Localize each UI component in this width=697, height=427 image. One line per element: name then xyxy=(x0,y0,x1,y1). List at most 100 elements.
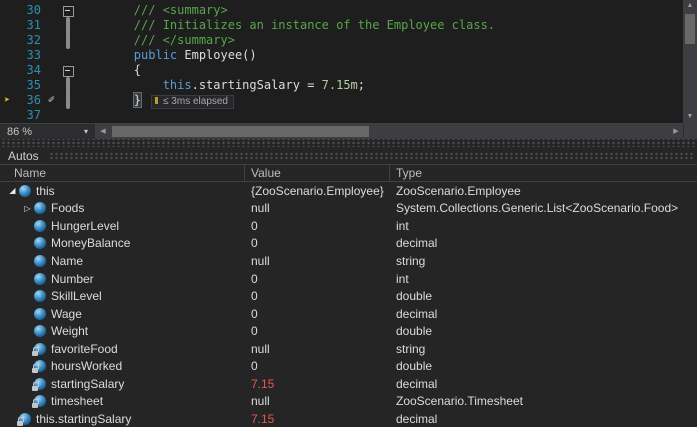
line-number: 36 xyxy=(14,93,46,108)
autos-table-row[interactable]: favoriteFood null string xyxy=(0,340,697,358)
code-editor: ➤ 30 ✐ /// <summary> ➤ 31 ✐ /// Initiali… xyxy=(0,0,697,139)
code-text[interactable]: { xyxy=(76,63,697,78)
vs-debugger-view: ➤ 30 ✐ /// <summary> ➤ 31 ✐ /// Initiali… xyxy=(0,0,697,427)
variable-value-cell[interactable]: 0 xyxy=(245,324,390,338)
autos-table-row[interactable]: timesheet null ZooScenario.Timesheet xyxy=(0,393,697,411)
column-header-name[interactable]: Name xyxy=(0,165,245,181)
autos-table-row[interactable]: Weight 0 double xyxy=(0,322,697,340)
editor-status-bar: 86 % ▾ ◀ ▶ xyxy=(0,123,697,139)
glyph-margin: ✐ xyxy=(46,48,62,63)
variable-type-cell: ZooScenario.Employee xyxy=(390,184,697,198)
variable-value-cell[interactable]: 0 xyxy=(245,359,390,373)
code-text[interactable]: /// </summary> xyxy=(76,33,697,48)
outline-margin[interactable] xyxy=(62,108,76,123)
autos-table-row[interactable]: ▷ Foods null System.Collections.Generic.… xyxy=(0,200,697,218)
autos-table-row[interactable]: startingSalary 7.15 decimal xyxy=(0,375,697,393)
autos-column-headers: Name Value Type xyxy=(0,164,697,182)
property-icon xyxy=(34,202,46,214)
private-field-icon xyxy=(34,343,46,355)
line-number: 35 xyxy=(14,78,46,93)
autos-table-row[interactable]: ◢ this {ZooScenario.Employee} ZooScenari… xyxy=(0,182,697,200)
outline-margin[interactable] xyxy=(62,48,76,63)
horizontal-scroll-thumb[interactable] xyxy=(112,126,369,137)
zoom-level-select[interactable]: 86 % ▾ xyxy=(0,124,96,139)
variable-name: hoursWorked xyxy=(51,359,122,373)
variable-value-cell[interactable]: 0 xyxy=(245,219,390,233)
variable-value-cell[interactable]: null xyxy=(245,254,390,268)
variable-type-cell: decimal xyxy=(390,412,697,426)
variable-value-cell[interactable]: 0 xyxy=(245,307,390,321)
autos-table-row[interactable]: MoneyBalance 0 decimal xyxy=(0,235,697,253)
breakpoint-margin[interactable]: ➤ xyxy=(0,78,14,93)
outline-margin[interactable] xyxy=(62,93,76,108)
outline-margin[interactable] xyxy=(62,78,76,93)
code-text[interactable]: /// <summary> xyxy=(76,3,697,18)
collapse-icon[interactable]: ◢ xyxy=(6,186,19,195)
variable-type-cell: string xyxy=(390,342,697,356)
autos-rows: ◢ this {ZooScenario.Employee} ZooScenari… xyxy=(0,182,697,427)
variable-value-cell[interactable]: 7.15 xyxy=(245,377,390,391)
editor-vertical-scrollbar[interactable]: ▲ ▼ xyxy=(683,0,697,123)
breakpoint-margin[interactable]: ➤ xyxy=(0,93,14,108)
outline-margin[interactable] xyxy=(62,18,76,33)
column-header-type[interactable]: Type xyxy=(390,165,697,181)
column-header-value[interactable]: Value xyxy=(245,165,390,181)
line-number: 31 xyxy=(14,18,46,33)
variable-name: Wage xyxy=(51,307,82,321)
breakpoint-margin[interactable]: ➤ xyxy=(0,33,14,48)
variable-name-cell: Weight xyxy=(0,324,245,338)
code-line: ➤ 34 ✐ { xyxy=(0,63,697,78)
breakpoint-margin[interactable]: ➤ xyxy=(0,48,14,63)
scroll-right-arrow-icon[interactable]: ▶ xyxy=(669,124,683,139)
variable-name: Number xyxy=(51,272,94,286)
code-line: ➤ 33 ✐ public Employee() xyxy=(0,48,697,63)
autos-table-row[interactable]: Name null string xyxy=(0,252,697,270)
autos-table-row[interactable]: hoursWorked 0 double xyxy=(0,357,697,375)
code-line: ➤ 30 ✐ /// <summary> xyxy=(0,3,697,18)
code-text[interactable]: this.startingSalary = 7.15m; xyxy=(76,78,697,93)
variable-name: SkillLevel xyxy=(51,289,102,303)
variable-value-cell[interactable]: 0 xyxy=(245,272,390,286)
editor-text-area[interactable]: ➤ 30 ✐ /// <summary> ➤ 31 ✐ /// Initiali… xyxy=(0,0,697,123)
variable-name-cell: this.startingSalary xyxy=(0,412,245,426)
autos-title-bar: Autos xyxy=(0,147,697,164)
outline-margin[interactable] xyxy=(62,33,76,48)
autos-table-row[interactable]: Wage 0 decimal xyxy=(0,305,697,323)
variable-value-cell[interactable]: 0 xyxy=(245,236,390,250)
variable-value-cell[interactable]: {ZooScenario.Employee} xyxy=(245,184,390,198)
variable-value-cell[interactable]: null xyxy=(245,201,390,215)
autos-table-row[interactable]: Number 0 int xyxy=(0,270,697,288)
outline-margin[interactable] xyxy=(62,63,76,78)
variable-value-cell[interactable]: null xyxy=(245,342,390,356)
variable-name: Name xyxy=(51,254,83,268)
autos-table-row[interactable]: HungerLevel 0 int xyxy=(0,217,697,235)
scroll-left-arrow-icon[interactable]: ◀ xyxy=(96,124,110,139)
scroll-down-arrow-icon[interactable]: ▼ xyxy=(683,111,697,123)
code-text[interactable] xyxy=(76,108,697,123)
breakpoint-margin[interactable]: ➤ xyxy=(0,18,14,33)
breakpoint-margin[interactable]: ➤ xyxy=(0,108,14,123)
breakpoint-margin[interactable]: ➤ xyxy=(0,63,14,78)
code-text[interactable]: public Employee() xyxy=(76,48,697,63)
glyph-margin: ✐ xyxy=(46,18,62,33)
autos-table-row[interactable]: SkillLevel 0 double xyxy=(0,287,697,305)
variable-value-cell[interactable]: 7.15 xyxy=(245,412,390,426)
glyph-margin: ✐ xyxy=(46,63,62,78)
variable-name-cell: timesheet xyxy=(0,394,245,408)
breakpoint-margin[interactable]: ➤ xyxy=(0,3,14,18)
horizontal-scroll-track[interactable] xyxy=(110,124,669,139)
code-text[interactable]: }≤ 3ms elapsed xyxy=(76,93,697,108)
variable-value-cell[interactable]: 0 xyxy=(245,289,390,303)
autos-table-row[interactable]: this.startingSalary 7.15 decimal xyxy=(0,410,697,427)
pane-splitter[interactable] xyxy=(0,139,697,147)
expand-icon[interactable]: ▷ xyxy=(21,204,34,213)
scroll-up-arrow-icon[interactable]: ▲ xyxy=(683,0,697,12)
code-line: ➤ 31 ✐ /// Initializes an instance of th… xyxy=(0,18,697,33)
outline-margin[interactable] xyxy=(62,3,76,18)
title-bar-grip[interactable] xyxy=(49,152,694,161)
code-text[interactable]: /// Initializes an instance of the Emplo… xyxy=(76,18,697,33)
variable-type-cell: System.Collections.Generic.List<ZooScena… xyxy=(390,201,697,215)
editor-horizontal-scrollbar[interactable]: ◀ ▶ xyxy=(96,124,683,139)
vertical-scroll-thumb[interactable] xyxy=(685,14,695,44)
variable-value-cell[interactable]: null xyxy=(245,394,390,408)
